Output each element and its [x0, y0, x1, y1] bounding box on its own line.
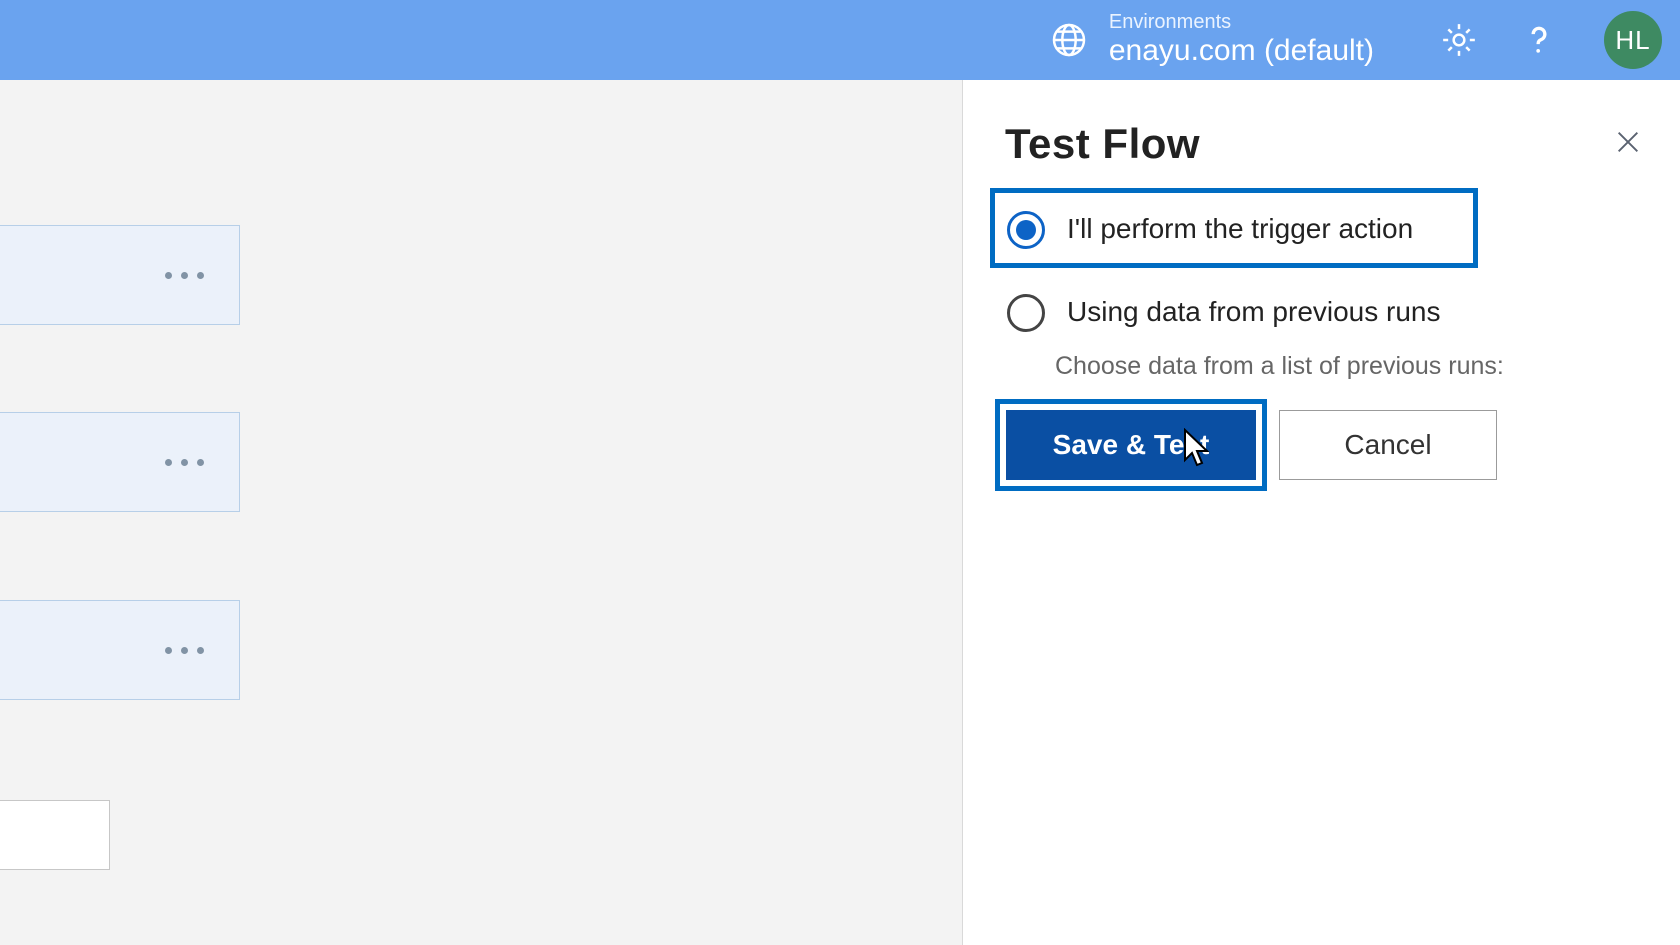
step-more-button[interactable]: [165, 601, 204, 699]
step-more-button[interactable]: [165, 413, 204, 511]
panel-title: Test Flow: [1005, 120, 1200, 168]
environment-name: enayu.com (default): [1109, 34, 1374, 69]
test-flow-panel: Test Flow I'll perform the trigger actio…: [962, 80, 1680, 945]
cancel-button[interactable]: Cancel: [1279, 410, 1497, 480]
flow-step-card[interactable]: [0, 412, 240, 512]
app-header: Environments enayu.com (default) HL: [0, 0, 1680, 80]
step-more-button[interactable]: [165, 226, 204, 324]
help-button[interactable]: [1514, 15, 1564, 65]
environment-selector[interactable]: Environments enayu.com (default): [1049, 11, 1374, 69]
flow-canvas[interactable]: e: [0, 80, 962, 945]
flow-step-card[interactable]: [0, 600, 240, 700]
globe-icon: [1049, 20, 1089, 60]
close-panel-button[interactable]: [1608, 124, 1648, 164]
radio-previous-runs-subtext: Choose data from a list of previous runs…: [1055, 352, 1648, 381]
flow-step-card[interactable]: [0, 225, 240, 325]
radio-icon: [1007, 294, 1045, 332]
add-step-card[interactable]: e: [0, 800, 110, 870]
radio-perform-trigger[interactable]: I'll perform the trigger action: [990, 188, 1478, 268]
radio-icon: [1007, 211, 1045, 249]
help-icon: [1519, 20, 1559, 60]
avatar-initials: HL: [1615, 25, 1650, 56]
radio-perform-trigger-label: I'll perform the trigger action: [1067, 211, 1413, 247]
gear-icon: [1439, 20, 1479, 60]
environments-label: Environments: [1109, 11, 1374, 34]
avatar[interactable]: HL: [1604, 11, 1662, 69]
settings-button[interactable]: [1434, 15, 1484, 65]
radio-previous-runs-label: Using data from previous runs: [1067, 294, 1441, 330]
save-test-highlight: Save & Test: [995, 399, 1267, 491]
close-icon: [1612, 126, 1644, 163]
save-test-button[interactable]: Save & Test: [1006, 410, 1256, 480]
radio-previous-runs[interactable]: Using data from previous runs: [995, 276, 1648, 346]
